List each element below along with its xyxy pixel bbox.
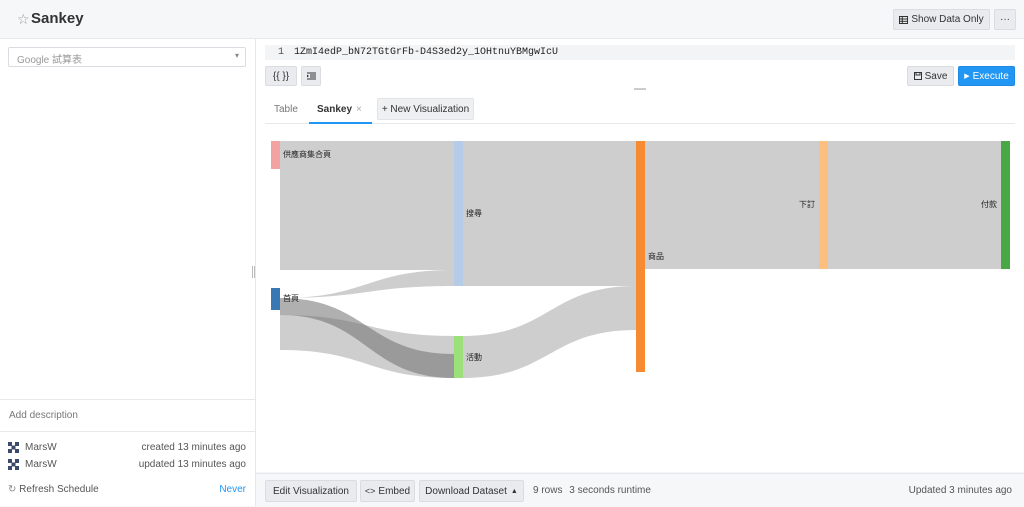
execute-button[interactable]: ▶ Execute [958,66,1015,86]
sankey-node-order[interactable] [819,141,828,269]
tab-label: Sankey [317,104,353,115]
query-editor[interactable]: 1 1ZmI4edP_bN72TGtGrFb-D4S3ed2y_1OHtnuYB… [265,45,1015,60]
schema-sidebar: Google 試算表 ▾ Add description MarsW creat… [0,39,256,506]
active-tab-indicator [309,122,372,124]
embed-label: Embed [378,485,411,497]
download-dataset-button[interactable]: Download Dataset ▲ [419,480,524,502]
sankey-node-product[interactable] [636,141,645,372]
sankey-link-order-pay[interactable] [828,141,1001,269]
edit-visualization-button[interactable]: Edit Visualization [265,480,357,502]
refresh-icon: ↻ [8,484,17,495]
avatar [8,442,19,453]
sankey-label-product: 商品 [648,251,664,261]
sankey-label-home: 首頁 [283,293,299,303]
tab-sankey[interactable]: Sankey × [317,104,362,115]
code-icon: <> [364,486,376,496]
refresh-schedule-label: ↻ Refresh Schedule [8,484,99,495]
autocomplete-toggle-button[interactable] [301,66,321,86]
add-description-link[interactable]: Add description [9,410,78,421]
indent-icon [306,72,316,80]
sankey-label-payment: 付款 [981,199,997,209]
sankey-chart: 供應商集合頁首頁 搜尋活動 商品 下訂 付款 [271,141,1010,378]
created-meta-row: MarsW created 13 minutes ago [8,441,246,455]
line-number: 1 [278,47,285,58]
download-label: Download Dataset [425,485,507,497]
sankey-node-payment[interactable] [1001,141,1010,269]
sankey-link-search-product[interactable] [463,141,636,286]
sankey-link-supplier-search[interactable] [280,170,454,270]
refresh-schedule-value[interactable]: Never [219,484,246,495]
sankey-link-product-order[interactable] [645,141,819,269]
save-button[interactable]: Save [907,66,954,86]
sidebar-resize-handle[interactable] [252,266,255,278]
format-query-button[interactable]: {{ }} [265,66,297,86]
chevron-down-icon: ▾ [234,51,239,60]
sankey-label-search: 搜尋 [466,208,482,218]
show-data-only-button[interactable]: Show Data Only [893,9,990,30]
sankey-node-supplier[interactable] [271,141,280,169]
favorite-star-icon[interactable]: ☆ [17,11,30,28]
editor-resize-handle[interactable] [634,88,646,90]
show-data-only-label: Show Data Only [911,14,984,25]
query-title[interactable]: Sankey [31,10,84,27]
query-text[interactable]: 1ZmI4edP_bN72TGtGrFb-D4S3ed2y_1OHtnuYBMg… [294,47,558,58]
runtime: 3 seconds runtime [569,485,651,496]
caret-up-icon: ▲ [510,487,518,495]
table-icon [899,15,909,24]
updated-time: Updated 3 minutes ago [908,485,1012,496]
save-label: Save [924,70,948,82]
rows-count: 9 rows [533,485,563,496]
close-icon[interactable]: × [356,104,362,115]
meta-action: created 13 minutes ago [141,442,246,453]
meta-action: updated 13 minutes ago [138,459,246,470]
sankey-node-search[interactable] [454,141,463,286]
more-menu-button[interactable]: ··· [994,9,1016,30]
sankey-label-order: 下訂 [799,199,815,209]
datasource-value: Google 試算表 [17,55,83,66]
meta-user: MarsW [25,459,57,470]
edit-viz-label: Edit Visualization [273,485,349,497]
datasource-select[interactable]: Google 試算表 ▾ [8,47,246,67]
sankey-link-home-search[interactable] [280,270,454,298]
tab-label: Table [274,104,298,115]
execute-label: Execute [972,70,1009,82]
tabs-divider [265,123,1015,124]
query-header: ☆ Sankey Show Data Only ··· [0,0,1024,39]
format-label: {{ }} [272,70,290,82]
sankey-label-event: 活動 [466,352,482,362]
avatar [8,459,19,470]
tab-table[interactable]: Table [274,104,298,115]
more-label: ··· [1000,14,1010,25]
refresh-schedule-text: Refresh Schedule [19,484,99,495]
result-info: 9 rows 3 seconds runtime [533,485,651,496]
divider [0,431,255,432]
sankey-label-supplier: 供應商集合頁 [283,149,331,159]
embed-button[interactable]: <> Embed [360,480,415,502]
meta-user: MarsW [25,442,57,453]
updated-meta-row: MarsW updated 13 minutes ago [8,458,246,472]
sankey-link-event-product[interactable] [463,286,636,378]
new-visualization-button[interactable]: + New Visualization [377,98,474,120]
floppy-icon [913,72,922,80]
sankey-node-event[interactable] [454,336,463,378]
play-icon: ▶ [964,73,970,80]
sankey-node-home[interactable] [271,288,280,310]
divider [0,399,255,400]
